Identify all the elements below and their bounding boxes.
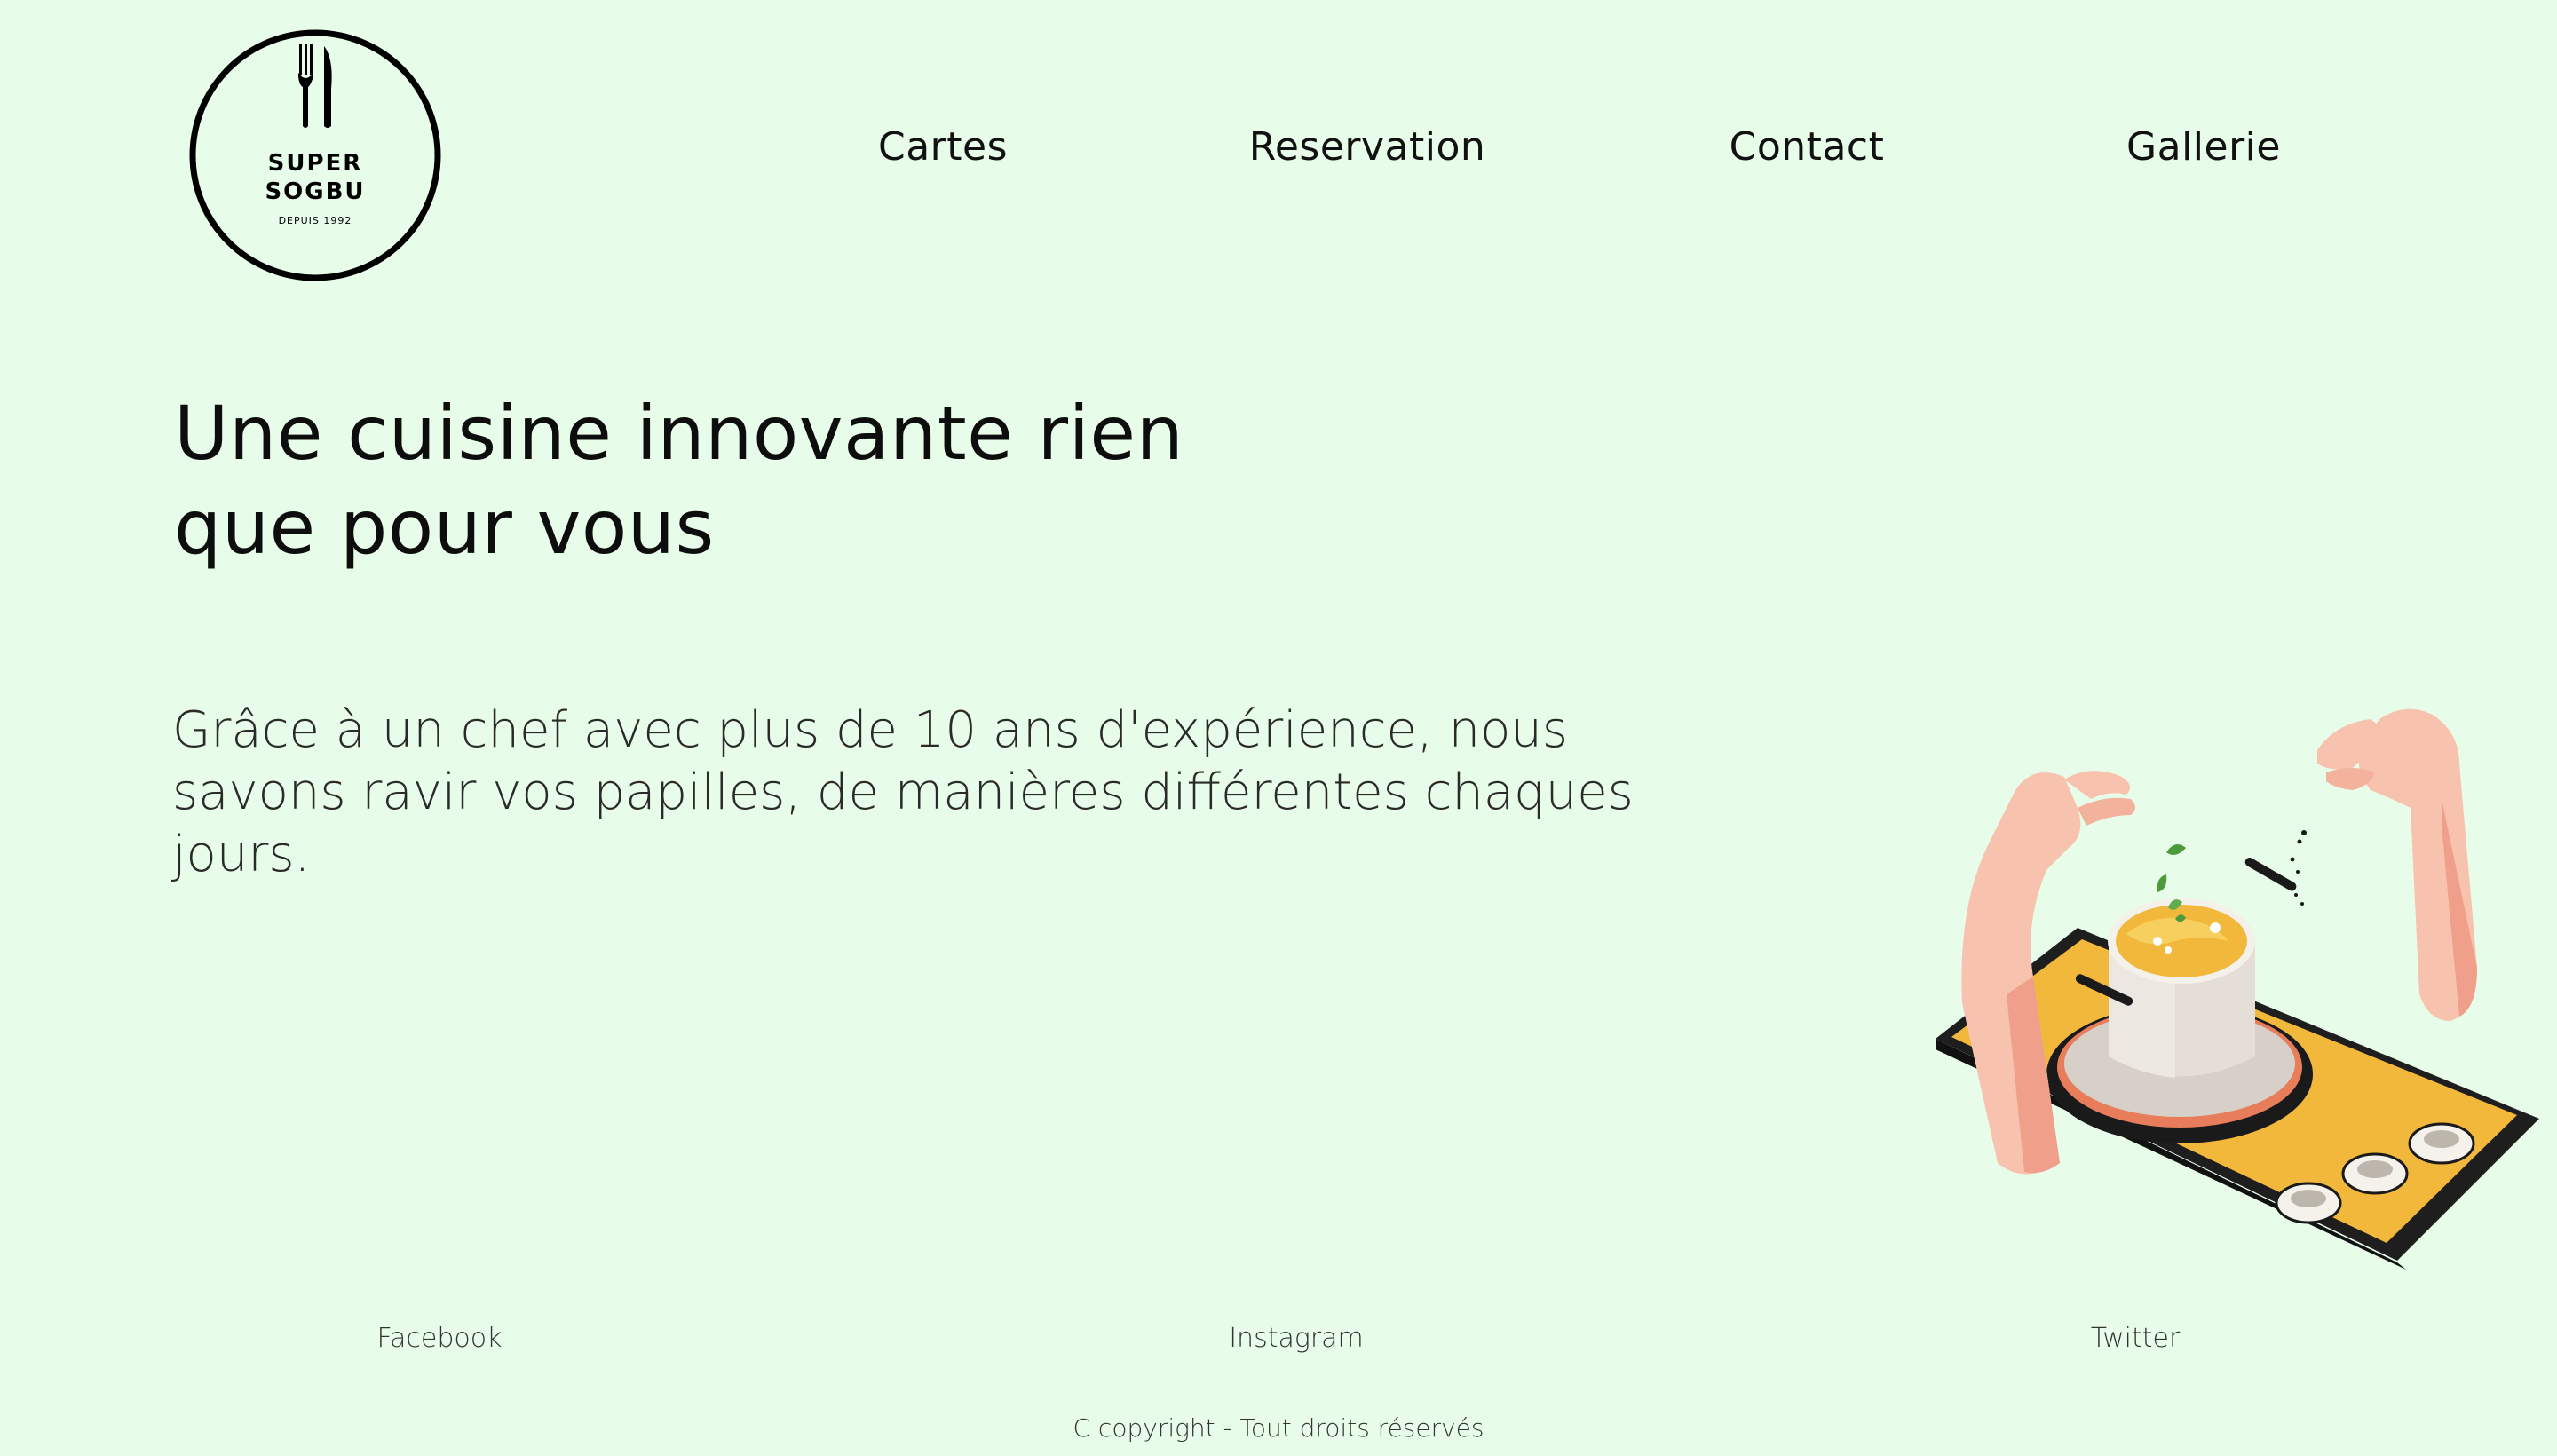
nav-item-contact[interactable]: Contact: [1730, 124, 1885, 170]
nav-item-cartes[interactable]: Cartes: [878, 124, 1008, 170]
logo-line2: SOGBU: [265, 178, 365, 205]
social-link-twitter[interactable]: Twitter: [2091, 1323, 2181, 1354]
main-nav: Cartes Reservation Contact Gallerie: [0, 124, 2557, 178]
hero-title-line1: Une cuisine innovante rien: [174, 390, 1184, 477]
nav-item-reservation[interactable]: Reservation: [1249, 124, 1486, 170]
logo-tagline: DEPUIS 1992: [279, 215, 352, 226]
nav-item-gallerie[interactable]: Gallerie: [2126, 124, 2281, 170]
hands-cooking-pot-on-stove-illustration: [1909, 701, 2539, 1270]
social-link-instagram[interactable]: Instagram: [1229, 1323, 1364, 1354]
social-link-facebook[interactable]: Facebook: [377, 1323, 503, 1354]
hero-description: Grâce à un chef avec plus de 10 ans d'ex…: [172, 701, 1634, 883]
hero-title: Une cuisine innovante rien que pour vous: [174, 386, 1328, 574]
fork-knife-icon: [298, 44, 332, 128]
hero-title-line2: que pour vous: [174, 484, 715, 571]
copyright-text: C copyright - Tout droits réservés: [1073, 1413, 1484, 1443]
social-links: Facebook Instagram Twitter: [0, 1323, 2557, 1358]
